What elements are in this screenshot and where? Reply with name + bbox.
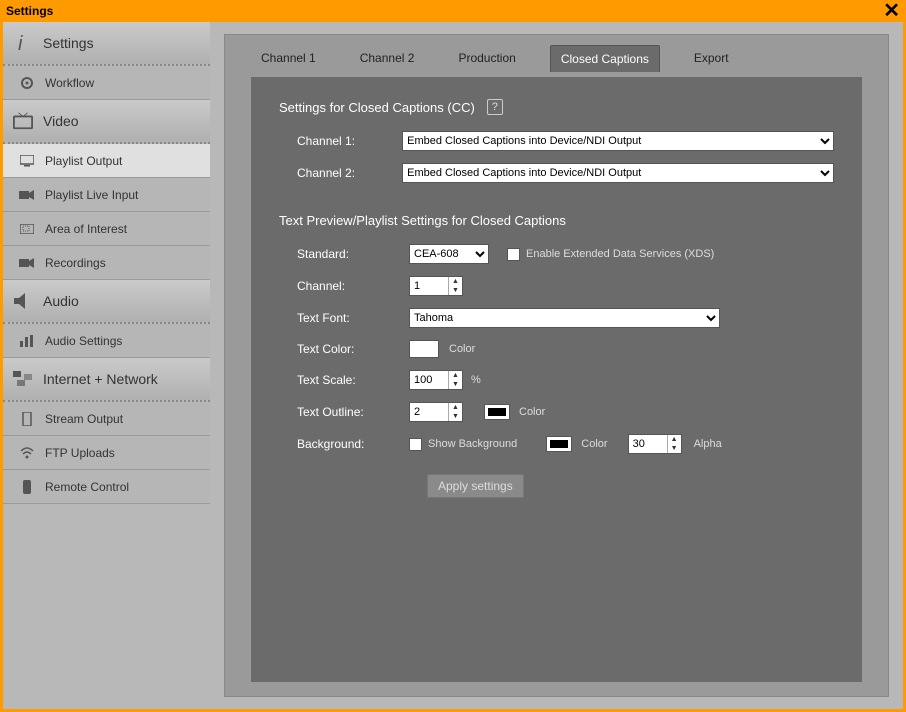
monitor-icon bbox=[17, 152, 37, 170]
bars-icon bbox=[17, 332, 37, 350]
channel2-select[interactable]: Embed Closed Captions into Device/NDI Ou… bbox=[402, 163, 834, 183]
xds-checkbox[interactable] bbox=[507, 248, 520, 261]
tab-production[interactable]: Production bbox=[448, 45, 525, 72]
wifi-icon bbox=[17, 444, 37, 462]
speaker-icon bbox=[13, 292, 33, 310]
sidebar-item-workflow[interactable]: Workflow bbox=[3, 66, 210, 100]
sidebar-item-label: Recordings bbox=[45, 256, 106, 270]
font-select[interactable]: Tahoma bbox=[409, 308, 720, 328]
channel-input[interactable] bbox=[410, 280, 448, 292]
channel-stepper[interactable]: ▲▼ bbox=[409, 276, 463, 296]
percent-label: % bbox=[471, 374, 481, 386]
cc-heading: Settings for Closed Captions (CC) bbox=[279, 100, 475, 115]
preview-heading: Text Preview/Playlist Settings for Close… bbox=[279, 213, 566, 228]
sidebar-item-label: Playlist Output bbox=[45, 154, 122, 168]
showbg-label: Show Background bbox=[428, 438, 517, 450]
help-icon[interactable]: ? bbox=[487, 99, 503, 115]
camera-icon bbox=[17, 254, 37, 272]
sidebar-item-remote-control[interactable]: Remote Control bbox=[3, 470, 210, 504]
sidebar-section-network: Internet + Network bbox=[3, 358, 210, 400]
sidebar-section-audio: Audio bbox=[3, 280, 210, 322]
sidebar-section-label: Settings bbox=[43, 35, 94, 51]
sidebar-item-label: Stream Output bbox=[45, 412, 123, 426]
alpha-stepper[interactable]: ▲▼ bbox=[628, 434, 682, 454]
outline-stepper[interactable]: ▲▼ bbox=[409, 402, 463, 422]
outline-input[interactable] bbox=[410, 406, 448, 418]
sidebar-section-label: Video bbox=[43, 113, 79, 129]
standard-select[interactable]: CEA-608 bbox=[409, 244, 489, 264]
scale-stepper[interactable]: ▲▼ bbox=[409, 370, 463, 390]
sidebar-item-label: FTP Uploads bbox=[45, 446, 115, 460]
sidebar-item-playlist-live-input[interactable]: Playlist Live Input bbox=[3, 178, 210, 212]
tab-export[interactable]: Export bbox=[684, 45, 739, 72]
sidebar-item-label: Workflow bbox=[45, 76, 94, 90]
background-label: Background: bbox=[279, 437, 409, 451]
sidebar-item-ftp-uploads[interactable]: FTP Uploads bbox=[3, 436, 210, 470]
tab-bar: Channel 1 Channel 2 Production Closed Ca… bbox=[225, 35, 888, 72]
sidebar-section-video: Video bbox=[3, 100, 210, 142]
font-label: Text Font: bbox=[279, 311, 409, 325]
tv-icon bbox=[13, 112, 33, 130]
sidebar-section-label: Audio bbox=[43, 293, 79, 309]
phone-icon bbox=[17, 410, 37, 428]
close-icon[interactable]: ✕ bbox=[883, 2, 900, 20]
outline-label: Text Outline: bbox=[279, 405, 409, 419]
channel1-select[interactable]: Embed Closed Captions into Device/NDI Ou… bbox=[402, 131, 834, 151]
outline-color-swatch[interactable] bbox=[485, 405, 509, 419]
tab-channel-2[interactable]: Channel 2 bbox=[350, 45, 425, 72]
sidebar-item-area-of-interest[interactable]: Area of Interest bbox=[3, 212, 210, 246]
sidebar-section-settings: i Settings bbox=[3, 22, 210, 64]
alpha-input[interactable] bbox=[629, 438, 667, 450]
color-word-3: Color bbox=[581, 438, 607, 450]
bg-color-swatch[interactable] bbox=[547, 437, 571, 451]
tab-closed-captions[interactable]: Closed Captions bbox=[550, 45, 660, 72]
sidebar-item-playlist-output[interactable]: Playlist Output bbox=[3, 144, 210, 178]
channel-label: Channel: bbox=[279, 279, 409, 293]
window-title: Settings bbox=[6, 4, 53, 18]
scale-input[interactable] bbox=[410, 374, 448, 386]
xds-label: Enable Extended Data Services (XDS) bbox=[526, 248, 714, 260]
standard-label: Standard: bbox=[279, 247, 409, 261]
scale-label: Text Scale: bbox=[279, 373, 409, 387]
info-icon: i bbox=[13, 34, 33, 52]
camera-icon bbox=[17, 186, 37, 204]
crop-icon bbox=[17, 220, 37, 238]
sidebar-item-label: Remote Control bbox=[45, 480, 129, 494]
sidebar-item-stream-output[interactable]: Stream Output bbox=[3, 402, 210, 436]
network-icon bbox=[13, 370, 33, 388]
textcolor-label: Text Color: bbox=[279, 342, 409, 356]
sidebar-item-label: Playlist Live Input bbox=[45, 188, 138, 202]
sidebar-item-label: Area of Interest bbox=[45, 222, 127, 236]
channel1-label: Channel 1: bbox=[279, 134, 402, 148]
alpha-label: Alpha bbox=[694, 438, 722, 450]
color-word-2: Color bbox=[519, 406, 545, 418]
remote-icon bbox=[17, 478, 37, 496]
gear-icon bbox=[17, 74, 37, 92]
sidebar-item-label: Audio Settings bbox=[45, 334, 122, 348]
tab-channel-1[interactable]: Channel 1 bbox=[251, 45, 326, 72]
sidebar-section-label: Internet + Network bbox=[43, 371, 158, 387]
showbg-checkbox[interactable] bbox=[409, 438, 422, 451]
color-word: Color bbox=[449, 343, 475, 355]
apply-settings-button[interactable]: Apply settings bbox=[427, 474, 524, 498]
textcolor-swatch[interactable] bbox=[409, 340, 439, 358]
sidebar-item-audio-settings[interactable]: Audio Settings bbox=[3, 324, 210, 358]
sidebar-item-recordings[interactable]: Recordings bbox=[3, 246, 210, 280]
channel2-label: Channel 2: bbox=[279, 166, 402, 180]
svg-text:i: i bbox=[18, 33, 23, 54]
sidebar: i Settings Workflow Video Playlist Outpu… bbox=[3, 22, 210, 709]
